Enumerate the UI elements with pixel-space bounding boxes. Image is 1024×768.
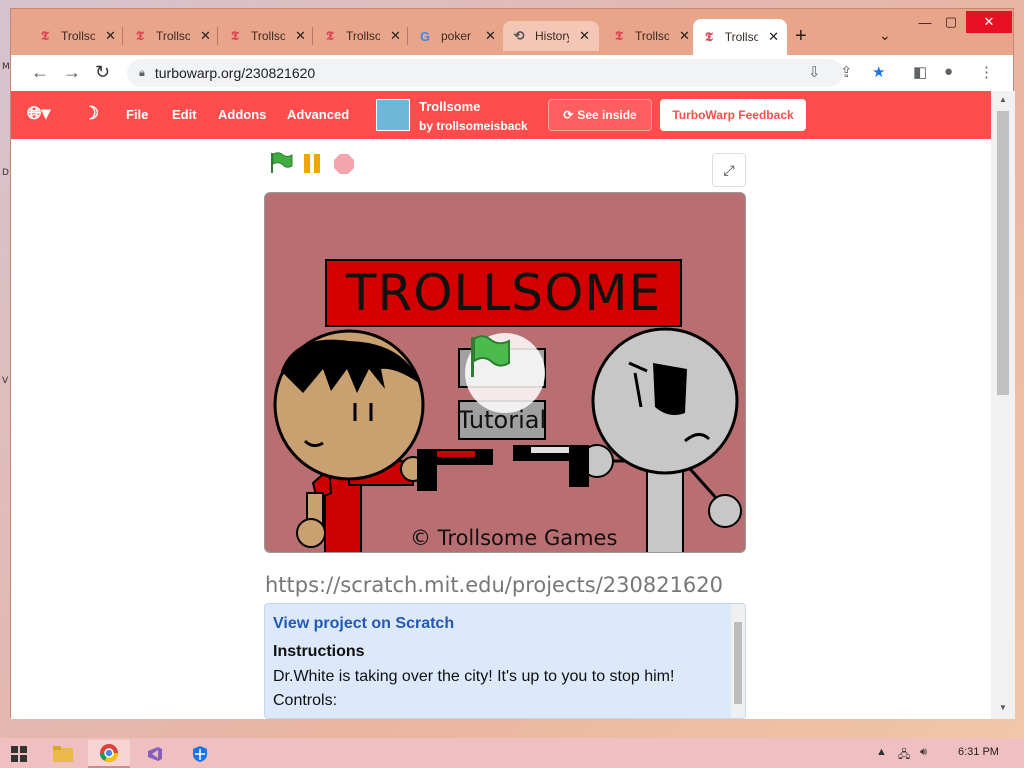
green-flag-overlay-button[interactable]: [465, 333, 545, 413]
menu-advanced[interactable]: Advanced: [287, 107, 349, 122]
close-tab-icon[interactable]: ✕: [579, 28, 590, 44]
controls-svg: [271, 152, 354, 174]
close-tab-icon[interactable]: ✕: [105, 28, 116, 44]
visual-studio-icon[interactable]: [138, 740, 172, 768]
see-inside-button[interactable]: ⟳ See inside: [548, 99, 652, 131]
chrome-icon[interactable]: [88, 740, 130, 768]
project-title: Trollsome: [419, 99, 481, 114]
start-windows-icon[interactable]: [4, 740, 34, 768]
side-panel-icon[interactable]: ◧: [913, 63, 927, 81]
scroll-up-icon[interactable]: ▲: [999, 95, 1007, 104]
project-url[interactable]: https://scratch.mit.edu/projects/2308216…: [265, 573, 723, 597]
security-shield-icon[interactable]: [182, 740, 218, 768]
description-scrollbar[interactable]: [731, 604, 745, 718]
turbowarp-icon: 𝕿: [326, 28, 334, 43]
history-icon: ⟲: [513, 28, 525, 43]
forward-icon[interactable]: →: [63, 62, 81, 83]
tab-trollsome-active[interactable]: 𝕿 Trollsome ✕: [693, 19, 787, 55]
game-title: TROLLSOME: [325, 259, 682, 327]
menu-file[interactable]: File: [126, 107, 148, 122]
tab-trollsome-3[interactable]: 𝕿 Trollsome ✕: [219, 21, 314, 51]
tab-strip: 𝕿 Trollsome ✕ 𝕿 Trollsome ✕ 𝕿 Trollsome …: [11, 9, 1013, 55]
stop-icon[interactable]: [334, 154, 354, 174]
theme-moon-icon[interactable]: ☽: [83, 103, 99, 124]
player-controls: [267, 151, 363, 180]
left-character: [273, 329, 426, 552]
address-bar[interactable]: 🔒︎ turbowarp.org/230821620: [127, 59, 843, 87]
volume-icon[interactable]: 🔊︎: [920, 746, 927, 759]
profile-avatar-icon[interactable]: ●: [944, 63, 953, 80]
new-tab-icon[interactable]: +: [795, 25, 807, 48]
language-globe-icon[interactable]: 🌐︎▾: [27, 103, 50, 124]
lock-icon: 🔒︎: [139, 66, 145, 79]
view-on-scratch-link[interactable]: View project on Scratch: [273, 615, 454, 633]
close-tab-icon[interactable]: ✕: [679, 28, 690, 44]
close-tab-icon[interactable]: ✕: [200, 28, 211, 44]
tab-search-chevron-icon[interactable]: ⌄: [879, 27, 891, 44]
turbowarp-menubar: 🌐︎▾ ☽ File Edit Addons Advanced Trollsom…: [11, 91, 991, 139]
tab-trollsome-1[interactable]: 𝕿 Trollsome ✕: [29, 21, 124, 51]
tab-trollsome-2[interactable]: 𝕿 Trollsome ✕: [124, 21, 219, 51]
browser-window: 𝕿 Trollsome ✕ 𝕿 Trollsome ✕ 𝕿 Trollsome …: [10, 8, 1015, 719]
tab-trollsome-4[interactable]: 𝕿 Trollsome ✕: [314, 21, 409, 51]
green-flag-icon[interactable]: [271, 152, 293, 173]
pause-icon[interactable]: [304, 154, 320, 173]
instructions-heading: Instructions: [273, 643, 365, 660]
google-icon: G: [419, 28, 431, 44]
turbowarp-icon: 𝕿: [136, 28, 144, 43]
scroll-down-icon[interactable]: ▼: [999, 703, 1007, 712]
url-text: turbowarp.org/230821620: [154, 65, 316, 81]
see-inside-icon: ⟳: [563, 108, 574, 122]
menu-edit[interactable]: Edit: [172, 107, 197, 122]
back-icon[interactable]: ←: [31, 62, 49, 83]
turbowarp-icon: 𝕿: [231, 28, 239, 43]
page-scroll-thumb[interactable]: [997, 111, 1009, 395]
network-icon[interactable]: 🖧︎: [898, 746, 910, 765]
install-app-icon[interactable]: ⇩: [808, 63, 821, 81]
page-scrollbar[interactable]: ▲ ▼: [991, 91, 1015, 719]
project-thumbnail[interactable]: [376, 99, 410, 131]
maximize-icon[interactable]: ▢: [933, 11, 969, 33]
menu-addons[interactable]: Addons: [218, 107, 266, 122]
tab-poker[interactable]: G poker ✕: [409, 21, 504, 51]
fullscreen-icon[interactable]: ⤢: [712, 153, 746, 187]
close-tab-icon[interactable]: ✕: [768, 29, 779, 45]
taskbar: ▲ 🖧︎ 🔊︎ 6:31 PM: [0, 738, 1024, 768]
project-description: View project on Scratch Instructions Dr.…: [264, 603, 746, 719]
taskbar-clock[interactable]: 6:31 PM: [958, 746, 999, 758]
green-flag-icon: [471, 335, 510, 377]
right-gun: [513, 445, 589, 487]
close-tab-icon[interactable]: ✕: [390, 28, 401, 44]
right-character: [580, 327, 742, 552]
game-stage[interactable]: TROLLSOME Tutorial © Trollsome Games: [264, 192, 746, 553]
feedback-button[interactable]: TurboWarp Feedback: [660, 99, 806, 131]
turbowarp-icon: 𝕿: [615, 28, 623, 43]
left-gun: [417, 449, 493, 491]
share-icon[interactable]: ⇪: [840, 63, 853, 81]
bookmark-star-icon[interactable]: ★: [872, 63, 885, 81]
description-line: Controls:: [273, 692, 338, 709]
tray-chevron-icon[interactable]: ▲: [876, 746, 887, 758]
description-line: Dr.White is taking over the city! It's u…: [273, 668, 675, 685]
close-tab-icon[interactable]: ✕: [485, 28, 496, 44]
browser-toolbar: ← → ↻ 🔒︎ turbowarp.org/230821620 ⇩ ⇪ ★ ◧…: [11, 55, 1013, 91]
close-window-icon[interactable]: ✕: [966, 11, 1012, 33]
page-viewport: 🌐︎▾ ☽ File Edit Addons Advanced Trollsom…: [11, 91, 991, 719]
description-scroll-thumb[interactable]: [734, 622, 742, 704]
turbowarp-icon: 𝕿: [41, 28, 49, 43]
tab-trollsome-5[interactable]: 𝕿 Trollsome ✕: [603, 21, 698, 51]
menu-kebab-icon[interactable]: ⋮: [979, 63, 994, 81]
project-author[interactable]: by trollsomeisback: [419, 119, 528, 133]
turbowarp-icon: 𝕿: [704, 29, 713, 44]
file-explorer-icon[interactable]: [46, 740, 80, 768]
tab-history[interactable]: ⟲ History ✕: [503, 21, 599, 51]
copyright-text: © Trollsome Games: [410, 526, 618, 550]
reload-icon[interactable]: ↻: [95, 62, 110, 83]
close-tab-icon[interactable]: ✕: [295, 28, 306, 44]
